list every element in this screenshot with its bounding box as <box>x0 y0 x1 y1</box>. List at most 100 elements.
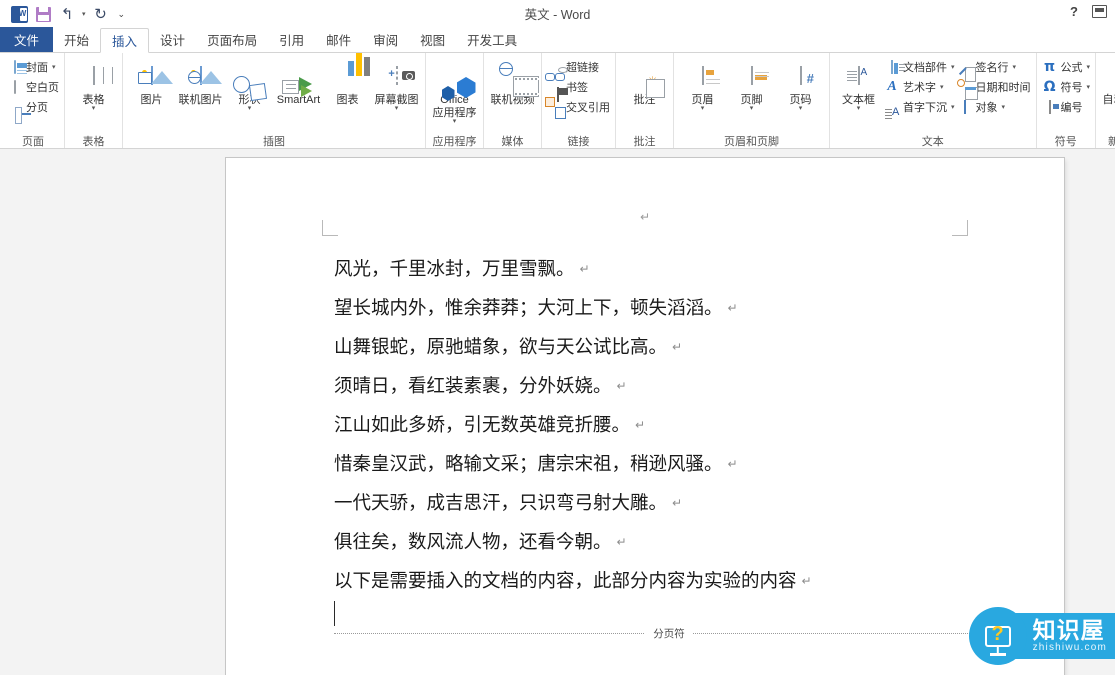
ribbon-button-label: 联机图片 <box>178 94 223 106</box>
chevron-down-icon[interactable]: ▾ <box>951 63 955 71</box>
ribbon-button-online-picture[interactable]: 联机图片 <box>177 56 224 106</box>
ribbon-button-office-apps[interactable]: Office 应用程序 ▾ <box>431 56 478 125</box>
ribbon-button-label: 对象 <box>975 102 998 114</box>
ribbon-button-picture[interactable]: 图片 <box>128 56 175 106</box>
document-paragraph[interactable]: 江山如此多娇，引无数英雄竞折腰。 ↵ <box>334 406 1004 445</box>
ribbon-group-1: 表格 ▾ 表格 <box>65 53 123 148</box>
ribbon-button-label: 超链接 <box>566 62 599 74</box>
tab-5[interactable]: 引用 <box>268 27 315 52</box>
save-icon[interactable] <box>34 5 52 23</box>
chevron-down-icon[interactable]: ▾ <box>52 63 56 71</box>
ribbon-button-online-video[interactable]: 联机视频 <box>489 56 539 106</box>
document-paragraph[interactable]: 风光，千里冰封，万里雪飘。 ↵ <box>334 250 1004 289</box>
chevron-down-icon[interactable]: ▾ <box>1013 63 1017 71</box>
ribbon-button-label: SmartArt <box>276 94 321 106</box>
ribbon-group-label: 批注 <box>633 136 656 148</box>
tab-9[interactable]: 开发工具 <box>456 27 528 52</box>
ribbon-button-hyperlink[interactable]: 超链接 <box>547 58 610 76</box>
ribbon-button-auto-scroll[interactable]: 自动滚动 <box>1101 56 1115 106</box>
chevron-down-icon[interactable]: ▾ <box>701 105 705 112</box>
ribbon-button-label: 首字下沉 <box>903 102 947 114</box>
ribbon-button-header[interactable]: 页眉 ▾ <box>679 56 726 112</box>
ribbon-button-table[interactable]: 表格 ▾ <box>70 56 117 112</box>
ribbon-button-wordart[interactable]: A 艺术字 ▾ <box>884 78 955 96</box>
textbox-icon <box>857 66 860 85</box>
document-paragraph[interactable]: 一代天骄，成吉思汗，只识弯弓射大雕。 ↵ <box>334 484 1004 523</box>
ribbon-button-textbox[interactable]: 文本框▾ <box>835 56 882 112</box>
ribbon-button-shapes[interactable]: 形状 ▾ <box>226 56 273 112</box>
equation-icon: π <box>1043 59 1056 75</box>
tab-8[interactable]: 视图 <box>409 27 456 52</box>
help-icon[interactable]: ? <box>1070 4 1078 19</box>
ribbon-button-document-parts[interactable]: 文档部件 ▾ <box>884 58 955 76</box>
page-break-marker: 分页符 <box>334 625 1004 641</box>
online-picture-icon <box>187 66 222 85</box>
ribbon-button-page-number[interactable]: # 页码 ▾ <box>777 56 824 112</box>
ribbon-button-object[interactable]: 对象 ▾ <box>957 98 1031 116</box>
ribbon-group-8: 文本框▾ 文档部件 ▾ A 艺术字 ▾ 首字下沉 ▾ 签名行 ▾ 日期和时间对象 ▾ 文本 <box>830 53 1037 148</box>
document-paragraph[interactable]: 须晴日，看红装素裹，分外妖娆。 ↵ <box>334 367 1004 406</box>
ribbon-button-blank-page[interactable]: 空白页 <box>7 78 59 96</box>
ribbon-button-label: 符号 <box>1060 82 1083 94</box>
chevron-down-icon[interactable]: ▾ <box>92 105 96 112</box>
ribbon-button-screenshot[interactable]: + 屏幕截图 ▾ <box>373 56 420 112</box>
picture-icon <box>137 66 173 85</box>
chevron-down-icon[interactable]: ▾ <box>453 118 457 125</box>
ribbon-button-label: 图表 <box>336 94 359 106</box>
chevron-down-icon[interactable]: ▾ <box>1087 83 1091 91</box>
tab-0[interactable]: 文件 <box>0 27 54 52</box>
ribbon-button-cover-page[interactable]: 封面 ▾ <box>7 58 59 76</box>
document-paragraph[interactable]: 山舞银蛇，原驰蜡象，欲与天公试比高。 ↵ <box>334 328 1004 367</box>
ribbon-group-label: 页眉和页脚 <box>724 136 779 148</box>
undo-icon[interactable]: ↰ <box>58 5 76 23</box>
tab-1[interactable]: 开始 <box>53 27 100 52</box>
title-bar: W ↰ ▾ ↻ ⌄ 英文 - Word ? <box>0 0 1115 28</box>
tab-3[interactable]: 设计 <box>149 27 196 52</box>
ribbon-button-smartart[interactable]: SmartArt <box>275 56 322 106</box>
paragraph-text: 风光，千里冰封，万里雪飘。 <box>334 259 575 280</box>
ribbon-button-signature-line[interactable]: 签名行 ▾ <box>957 58 1031 76</box>
ribbon-display-options-icon[interactable] <box>1092 5 1107 18</box>
tab-4[interactable]: 页面布局 <box>196 27 268 52</box>
redo-icon[interactable]: ↻ <box>92 5 110 23</box>
ribbon-button-number[interactable]: 编号 <box>1042 98 1091 116</box>
ribbon-group-0: 封面 ▾ 空白页 分页 页面 <box>2 53 65 148</box>
chevron-down-icon[interactable]: ▾ <box>799 105 803 112</box>
paragraph-mark: ↵ <box>616 535 627 549</box>
chevron-down-icon[interactable]: ▾ <box>395 105 399 112</box>
tab-2[interactable]: 插入 <box>100 28 150 53</box>
document-paragraph[interactable]: 以下是需要插入的文档的内容，此部分内容为实验的内容 ↵ <box>334 562 1004 601</box>
chevron-down-icon[interactable]: ▾ <box>1087 63 1091 71</box>
ribbon-button-dropcap[interactable]: 首字下沉 ▾ <box>884 98 955 116</box>
ribbon-button-footer[interactable]: 页脚 ▾ <box>728 56 775 112</box>
ribbon-button-equation[interactable]: π 公式 ▾ <box>1042 58 1091 76</box>
ribbon-button-symbol[interactable]: Ω 符号 ▾ <box>1042 78 1091 96</box>
document-paragraph[interactable]: 俱往矣，数风流人物，还看今朝。 ↵ <box>334 523 1004 562</box>
chevron-down-icon[interactable]: ▾ <box>857 105 861 112</box>
customize-qat-icon[interactable]: ⌄ <box>116 9 128 20</box>
ribbon: 封面 ▾ 空白页 分页 页面 表格 ▾ 表格 图片 联机图片 形状 ▾ SmartArt 图表 + 屏幕截图 ▾… <box>0 53 1115 149</box>
ribbon-button-page-break[interactable]: 分页 <box>7 98 59 116</box>
tab-7[interactable]: 审阅 <box>362 27 409 52</box>
document-body[interactable]: 风光，千里冰封，万里雪飘。 ↵ 望长城内外，惟余莽莽；大河上下，顿失滔滔。 ↵ 山舞银蛇… <box>334 250 1004 601</box>
ribbon-tab-bar: 文件 开始 插入 设计 页面布局 引用 邮件 审阅 视图 开发工具 <box>0 27 1115 53</box>
document-area[interactable]: ↵ 风光，千里冰封，万里雪飘。 ↵ 望长城内外，惟余莽莽；大河上下，顿失滔滔。 ↵ 山舞… <box>0 149 1115 675</box>
document-paragraph[interactable]: 望长城内外，惟余莽莽；大河上下，顿失滔滔。 ↵ <box>334 289 1004 328</box>
document-page[interactable]: ↵ 风光，千里冰封，万里雪飘。 ↵ 望长城内外，惟余莽莽；大河上下，顿失滔滔。 ↵ 山舞… <box>226 158 1064 675</box>
chevron-down-icon[interactable]: ▾ <box>248 105 252 112</box>
tab-6[interactable]: 邮件 <box>315 27 362 52</box>
chevron-down-icon[interactable]: ▾ <box>1002 103 1006 111</box>
chevron-down-icon[interactable]: ▾ <box>750 105 754 112</box>
ribbon-group-7: 页眉 ▾ 页脚 ▾ # 页码 ▾ 页眉和页脚 <box>674 53 830 148</box>
ribbon-button-comment[interactable]: ✳批注 <box>621 56 668 106</box>
ribbon-button-chart[interactable]: 图表 <box>324 53 371 106</box>
ribbon-group-label: 媒体 <box>501 136 524 148</box>
chevron-down-icon[interactable]: ▾ <box>940 83 944 91</box>
undo-dropdown-icon[interactable]: ▾ <box>82 10 86 18</box>
paragraph-mark: ↵ <box>616 379 627 393</box>
page-break-label: 分页符 <box>645 625 693 641</box>
document-paragraph[interactable]: 惜秦皇汉武，略输文采；唐宗宋祖，稍逊风骚。 ↵ <box>334 445 1004 484</box>
watermark-logo: ? 知识屋 zhishiwu.com <box>968 607 1115 665</box>
chevron-down-icon[interactable]: ▾ <box>951 103 955 111</box>
paragraph-mark: ↵ <box>579 262 590 276</box>
